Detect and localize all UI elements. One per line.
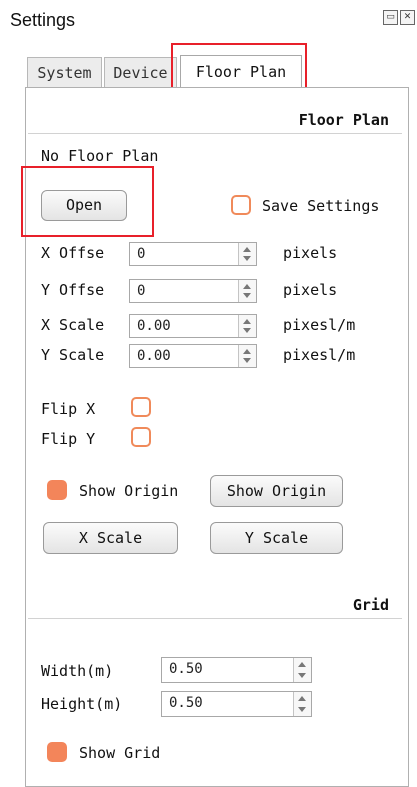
- show-grid-label: Show Grid: [79, 744, 161, 762]
- x-offset-spinbox[interactable]: 0: [129, 242, 257, 266]
- open-highlight-box: [21, 166, 154, 237]
- increment-icon[interactable]: [243, 247, 251, 252]
- flip-x-label: Flip X: [41, 400, 96, 418]
- y-offset-stepper[interactable]: [238, 280, 256, 302]
- restore-icon[interactable]: ▭: [383, 10, 398, 25]
- grid-height-stepper[interactable]: [293, 692, 311, 716]
- increment-icon[interactable]: [243, 319, 251, 324]
- increment-icon[interactable]: [298, 696, 306, 701]
- increment-icon[interactable]: [243, 349, 251, 354]
- x-scale-stepper[interactable]: [238, 315, 256, 337]
- x-scale-spinbox[interactable]: 0.00: [129, 314, 257, 338]
- tab-device[interactable]: Device: [104, 57, 177, 87]
- decrement-icon[interactable]: [298, 707, 306, 712]
- y-scale-stepper[interactable]: [238, 345, 256, 367]
- y-offset-spinbox[interactable]: 0: [129, 279, 257, 303]
- grid-width-value: 0.50: [169, 661, 203, 677]
- decrement-icon[interactable]: [243, 358, 251, 363]
- show-origin-button[interactable]: Show Origin: [210, 475, 343, 507]
- save-settings-checkbox[interactable]: [231, 195, 251, 215]
- save-settings-label: Save Settings: [262, 197, 380, 215]
- grid-height-value: 0.50: [169, 695, 203, 711]
- x-scale-label: X Scale: [41, 316, 105, 334]
- x-offset-stepper[interactable]: [238, 243, 256, 265]
- x-offset-value: 0: [137, 246, 146, 262]
- grid-width-label: Width(m): [41, 662, 114, 680]
- x-scale-button[interactable]: X Scale: [43, 522, 178, 554]
- y-scale-button[interactable]: Y Scale: [210, 522, 343, 554]
- x-offset-unit: pixels: [283, 244, 338, 262]
- tab-system[interactable]: System: [27, 57, 102, 87]
- y-offset-unit: pixels: [283, 281, 338, 299]
- y-scale-label: Y Scale: [41, 346, 105, 364]
- flip-y-label: Flip Y: [41, 430, 96, 448]
- show-origin-checkbox[interactable]: [47, 480, 67, 500]
- flip-x-checkbox[interactable]: [131, 397, 151, 417]
- decrement-icon[interactable]: [243, 328, 251, 333]
- window-controls: ▭ ✕: [383, 10, 415, 25]
- flip-y-checkbox[interactable]: [131, 427, 151, 447]
- floor-plan-section-title: Floor Plan: [298, 111, 389, 129]
- grid-divider: [28, 618, 402, 619]
- y-scale-value: 0.00: [137, 348, 171, 364]
- increment-icon[interactable]: [243, 284, 251, 289]
- show-grid-checkbox[interactable]: [47, 742, 67, 762]
- y-offset-value: 0: [137, 283, 146, 299]
- grid-section-title: Grid: [352, 596, 389, 614]
- show-origin-label: Show Origin: [79, 482, 179, 500]
- decrement-icon[interactable]: [243, 256, 251, 261]
- x-scale-unit: pixesl/m: [283, 316, 356, 334]
- increment-icon[interactable]: [298, 662, 306, 667]
- decrement-icon[interactable]: [243, 293, 251, 298]
- x-scale-value: 0.00: [137, 318, 171, 334]
- grid-height-label: Height(m): [41, 695, 123, 713]
- grid-width-spinbox[interactable]: 0.50: [161, 657, 312, 683]
- y-scale-spinbox[interactable]: 0.00: [129, 344, 257, 368]
- y-scale-unit: pixesl/m: [283, 346, 356, 364]
- window-title: Settings: [10, 10, 76, 30]
- y-offset-label: Y Offse: [41, 281, 105, 299]
- floor-plan-status: No Floor Plan: [41, 147, 159, 165]
- grid-width-stepper[interactable]: [293, 658, 311, 682]
- floor-plan-divider: [28, 133, 402, 134]
- close-icon[interactable]: ✕: [400, 10, 415, 25]
- decrement-icon[interactable]: [298, 673, 306, 678]
- grid-height-spinbox[interactable]: 0.50: [161, 691, 312, 717]
- x-offset-label: X Offse: [41, 244, 105, 262]
